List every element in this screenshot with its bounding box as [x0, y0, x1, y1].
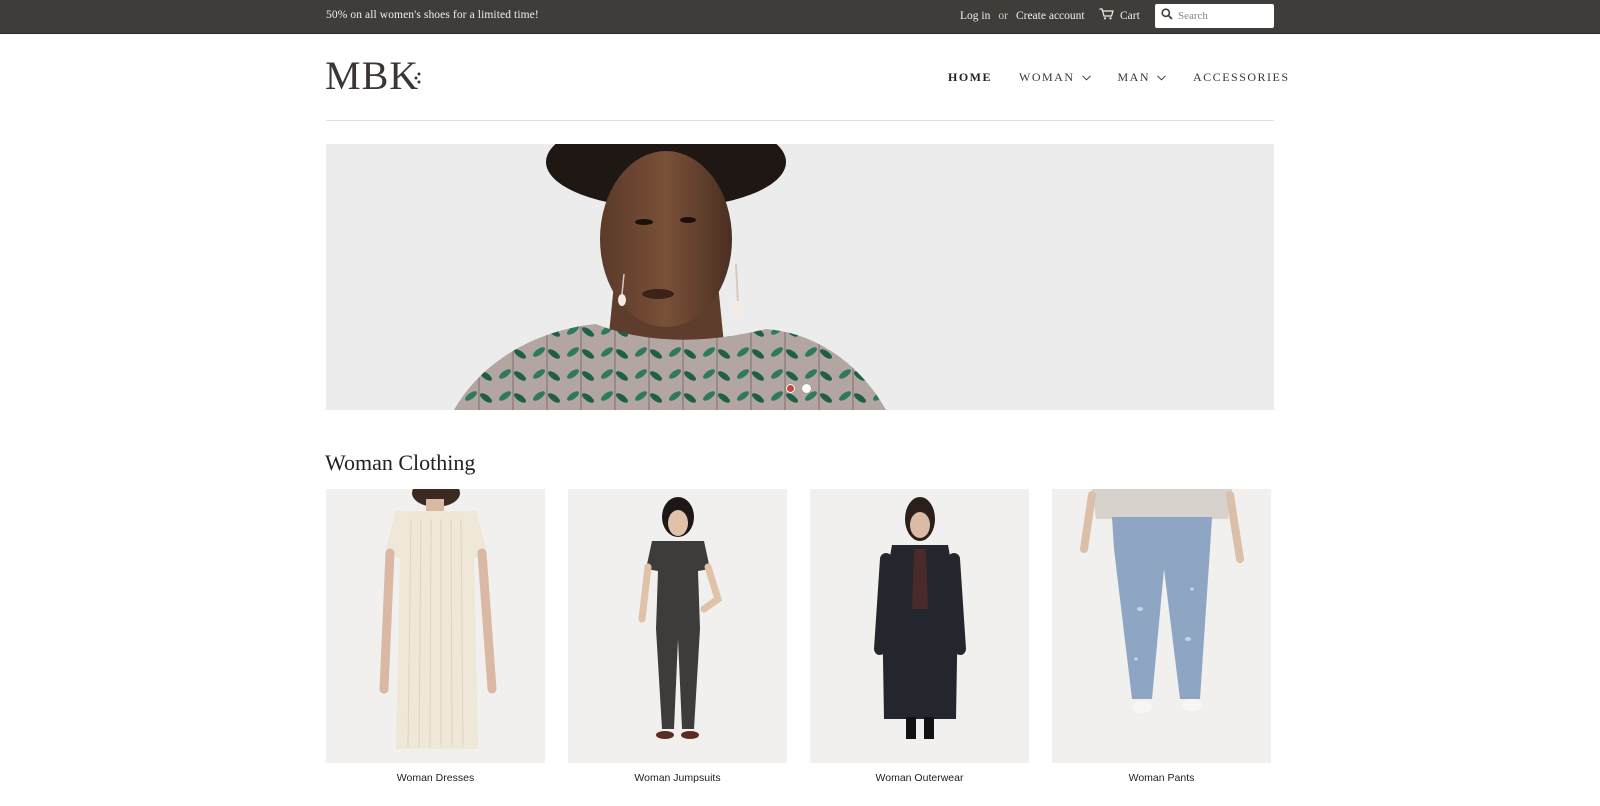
- cart-icon: [1099, 8, 1114, 23]
- nav-item-label: HOME: [948, 70, 992, 84]
- logo-mark-icon: [414, 71, 422, 89]
- promo-text: 50% on all women's shoes for a limited t…: [326, 9, 539, 21]
- nav-item-label: MAN: [1117, 70, 1151, 84]
- nav-item-man[interactable]: MAN: [1118, 70, 1167, 85]
- nav-item-woman[interactable]: WOMAN: [1019, 70, 1091, 85]
- collection-image: [810, 489, 1029, 763]
- search-icon[interactable]: [1161, 7, 1173, 25]
- nav-item-home[interactable]: HOME: [948, 70, 992, 85]
- main-nav: HOME WOMAN MAN ACCESSORIES: [948, 70, 1290, 85]
- search-box[interactable]: [1155, 4, 1274, 28]
- chevron-down-icon: [1081, 70, 1091, 85]
- nav-item-accessories[interactable]: ACCESSORIES: [1193, 70, 1290, 85]
- collection-image: [568, 489, 787, 763]
- hero-slideshow[interactable]: [326, 144, 1274, 410]
- header-divider: [326, 120, 1274, 121]
- collection-label: Woman Outerwear: [875, 772, 964, 784]
- hero-image: [326, 144, 1274, 410]
- site-logo[interactable]: MBK: [325, 56, 419, 96]
- cart-link[interactable]: Cart: [1099, 8, 1140, 23]
- nav-item-label: WOMAN: [1019, 70, 1075, 84]
- nav-item-label: ACCESSORIES: [1193, 70, 1290, 84]
- login-link[interactable]: Log in: [960, 10, 990, 22]
- slide-dot[interactable]: [802, 384, 811, 393]
- or-separator: or: [998, 10, 1008, 22]
- collection-label: Woman Pants: [1128, 772, 1195, 784]
- search-input[interactable]: [1178, 7, 1270, 25]
- collection-card-jumpsuits[interactable]: Woman Jumpsuits: [568, 489, 787, 784]
- collection-image: [326, 489, 545, 763]
- slideshow-pagination: [786, 384, 811, 393]
- account-links: Log in or Create account: [960, 9, 1085, 23]
- collection-card-dresses[interactable]: Woman Dresses: [326, 489, 545, 784]
- collection-image: [1052, 489, 1271, 763]
- collection-label: Woman Dresses: [396, 772, 475, 784]
- create-account-link[interactable]: Create account: [1016, 10, 1085, 22]
- collection-card-pants[interactable]: Woman Pants: [1052, 489, 1271, 784]
- collection-label: Woman Jumpsuits: [634, 772, 721, 784]
- chevron-down-icon: [1157, 70, 1166, 85]
- section-title: Woman Clothing: [325, 450, 476, 475]
- collection-card-outerwear[interactable]: Woman Outerwear: [810, 489, 1029, 784]
- cart-label: Cart: [1120, 9, 1140, 22]
- announcement-bar: 50% on all women's shoes for a limited t…: [0, 0, 1600, 34]
- slide-dot[interactable]: [786, 384, 795, 393]
